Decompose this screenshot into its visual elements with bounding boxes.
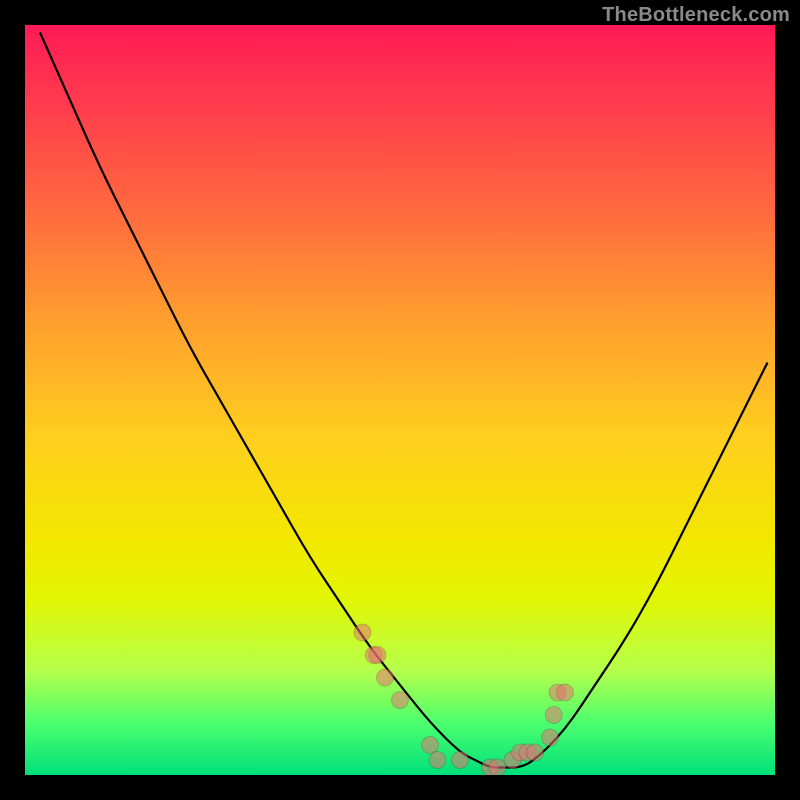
chart-overlay	[25, 25, 775, 775]
highlight-dot	[429, 752, 446, 769]
highlight-dot	[557, 684, 574, 701]
highlight-dot	[489, 759, 506, 775]
highlight-dot	[377, 669, 394, 686]
highlight-dot	[392, 692, 409, 709]
bottleneck-curve	[40, 33, 768, 768]
highlight-dot	[527, 744, 544, 761]
highlight-dot	[369, 647, 386, 664]
highlight-dot	[452, 752, 469, 769]
stage: TheBottleneck.com	[0, 0, 800, 800]
watermark-text: TheBottleneck.com	[602, 4, 790, 27]
highlight-dot	[542, 729, 559, 746]
plot-area	[25, 25, 775, 775]
highlight-dot	[545, 707, 562, 724]
highlight-dot	[422, 737, 439, 754]
highlight-dot	[354, 624, 371, 641]
